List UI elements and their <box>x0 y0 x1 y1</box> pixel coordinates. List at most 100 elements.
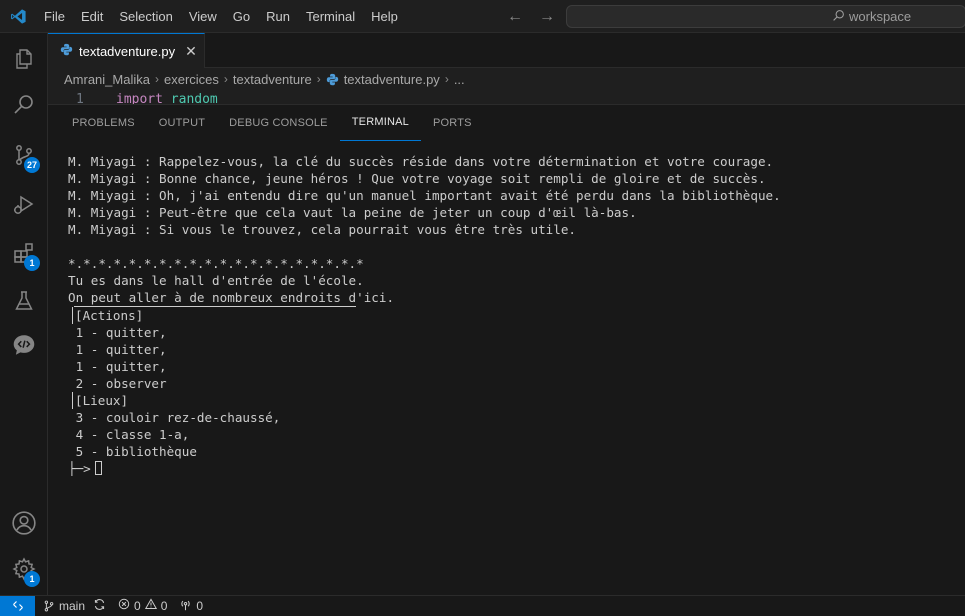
tab-label: textadventure.py <box>79 43 176 59</box>
terminal-output[interactable]: M. Miyagi : Rappelez-vous, la clé du suc… <box>68 153 948 583</box>
warning-icon <box>144 598 157 613</box>
tab-debug-console[interactable]: DEBUG CONSOLE <box>217 105 340 141</box>
problems-indicator[interactable]: 0 0 <box>118 598 167 613</box>
places-header: [Lieux] <box>75 393 129 408</box>
menu-help[interactable]: Help <box>363 0 406 33</box>
source-control-badge: 27 <box>24 157 41 173</box>
code-line: import random <box>116 90 218 104</box>
chevron-right-icon: › <box>316 72 321 86</box>
terminal-prompt-line: ├─> <box>68 460 948 477</box>
run-debug-icon[interactable] <box>0 181 48 229</box>
search-sidebar-icon[interactable] <box>0 81 48 129</box>
menu-selection[interactable]: Selection <box>111 0 180 33</box>
terminal-line: M. Miyagi : Rappelez-vous, la clé du suc… <box>68 154 774 169</box>
tab-output[interactable]: OUTPUT <box>147 105 217 141</box>
terminal-line: 1 - quitter, <box>68 341 948 358</box>
panel-tabs: PROBLEMS OUTPUT DEBUG CONSOLE TERMINAL P… <box>60 105 484 141</box>
tab-problems[interactable]: PROBLEMS <box>60 105 147 141</box>
tab-terminal[interactable]: TERMINAL <box>339 105 421 141</box>
remote-indicator-icon[interactable] <box>0 595 35 616</box>
action-option: 1 - quitter, <box>75 342 167 357</box>
branch-name: main <box>59 598 86 613</box>
terminal-line: M. Miyagi : Peut-être que cela vaut la p… <box>68 205 637 220</box>
menu-go[interactable]: Go <box>225 0 258 33</box>
forward-arrow-icon[interactable]: → <box>538 8 556 26</box>
close-tab-icon[interactable]: ✕ <box>185 43 197 60</box>
navigation-arrows: ← → <box>506 0 556 33</box>
keyword: import <box>116 92 163 104</box>
chevron-right-icon: › <box>154 72 159 86</box>
actions-header: [Actions] <box>75 308 144 323</box>
editor-tabs: textadventure.py ✕ <box>48 33 965 68</box>
settings-badge: 1 <box>24 571 40 587</box>
sync-icon[interactable] <box>93 598 106 614</box>
back-arrow-icon[interactable]: ← <box>506 8 524 26</box>
module-name: random <box>170 92 218 104</box>
terminal-line: On peut aller à de nombreux endroits d'i… <box>68 290 395 305</box>
terminal-line: 3 - couloir rez-de-chaussé, <box>68 409 948 426</box>
terminal-line: 5 - bibliothèque <box>68 443 948 460</box>
terminal-prompt: ├─> <box>68 461 91 476</box>
git-branch-icon <box>44 600 54 611</box>
breadcrumb-item[interactable]: Amrani_Malika <box>64 72 150 87</box>
menu-file[interactable]: File <box>36 0 73 33</box>
terminal-line: Tu es dans le hall d'entrée de l'école. <box>68 273 364 288</box>
menu-box-edge <box>72 392 73 409</box>
account-icon[interactable] <box>0 499 48 547</box>
action-option: 2 - observer <box>75 376 167 391</box>
extensions-icon[interactable]: 1 <box>0 229 48 277</box>
place-option: 3 - couloir rez-de-chaussé, <box>75 410 281 425</box>
menu-edit[interactable]: Edit <box>73 0 111 33</box>
breadcrumb: Amrani_Malika › exercices › textadventur… <box>48 68 965 90</box>
place-option: 5 - bibliothèque <box>75 444 197 459</box>
breadcrumb-item[interactable]: exercices <box>164 72 219 87</box>
activity-bar: 27 1 1 <box>0 33 48 595</box>
breadcrumb-item[interactable]: textadventure.py <box>344 72 440 87</box>
error-count: 0 <box>134 598 141 613</box>
status-bar: main 0 0 0 <box>0 595 965 616</box>
vscode-logo-icon <box>0 0 36 33</box>
breadcrumb-item[interactable]: textadventure <box>233 72 312 87</box>
terminal-line: M. Miyagi : Bonne chance, jeune héros ! … <box>68 171 766 186</box>
explorer-icon[interactable] <box>0 35 48 83</box>
command-center-search[interactable]: workspace <box>566 5 965 28</box>
line-number: 1 <box>76 92 84 104</box>
menu-bar: File Edit Selection View Go Run Terminal… <box>36 0 406 33</box>
breadcrumb-item[interactable]: ... <box>454 72 465 87</box>
menu-view[interactable]: View <box>181 0 225 33</box>
search-placeholder: workspace <box>849 9 912 24</box>
terminal-separator: *.*.*.*.*.*.*.*.*.*.*.*.*.*.*.*.*.*.*.* <box>68 256 364 271</box>
action-option: 1 - quitter, <box>75 359 167 374</box>
branch-indicator[interactable]: main <box>43 598 106 614</box>
terminal-line: 4 - classe 1-a, <box>68 426 948 443</box>
chevron-right-icon: › <box>223 72 228 86</box>
settings-gear-icon[interactable]: 1 <box>0 545 48 593</box>
chat-code-icon[interactable] <box>0 321 48 369</box>
terminal-line: 2 - observer <box>68 375 948 392</box>
ports-indicator[interactable]: 0 <box>179 598 203 614</box>
place-option: 4 - classe 1-a, <box>75 427 190 442</box>
search-icon <box>832 9 845 25</box>
bottom-panel: PROBLEMS OUTPUT DEBUG CONSOLE TERMINAL P… <box>48 104 965 595</box>
title-bar: File Edit Selection View Go Run Terminal… <box>0 0 965 33</box>
testing-flask-icon[interactable] <box>0 277 48 325</box>
tab-ports[interactable]: PORTS <box>421 105 484 141</box>
code-editor[interactable]: 1 import random <box>48 90 965 104</box>
terminal-line: M. Miyagi : Si vous le trouvez, cela pou… <box>68 222 576 237</box>
source-control-icon[interactable]: 27 <box>0 131 48 179</box>
terminal-line: 1 - quitter, <box>68 324 948 341</box>
menu-terminal[interactable]: Terminal <box>298 0 363 33</box>
terminal-line: [Actions] <box>68 307 948 324</box>
menu-run[interactable]: Run <box>258 0 298 33</box>
terminal-line: 1 - quitter, <box>68 358 948 375</box>
chevron-right-icon: › <box>444 72 449 86</box>
terminal-cursor[interactable] <box>94 461 102 475</box>
terminal-line: [Lieux] <box>68 392 948 409</box>
menu-box-edge <box>72 307 73 324</box>
terminal-line: M. Miyagi : Oh, j'ai entendu dire qu'un … <box>68 188 781 203</box>
broadcast-icon <box>179 598 192 614</box>
error-icon <box>118 598 130 613</box>
tab-textadventure[interactable]: textadventure.py ✕ <box>48 33 205 68</box>
warning-count: 0 <box>160 598 168 613</box>
